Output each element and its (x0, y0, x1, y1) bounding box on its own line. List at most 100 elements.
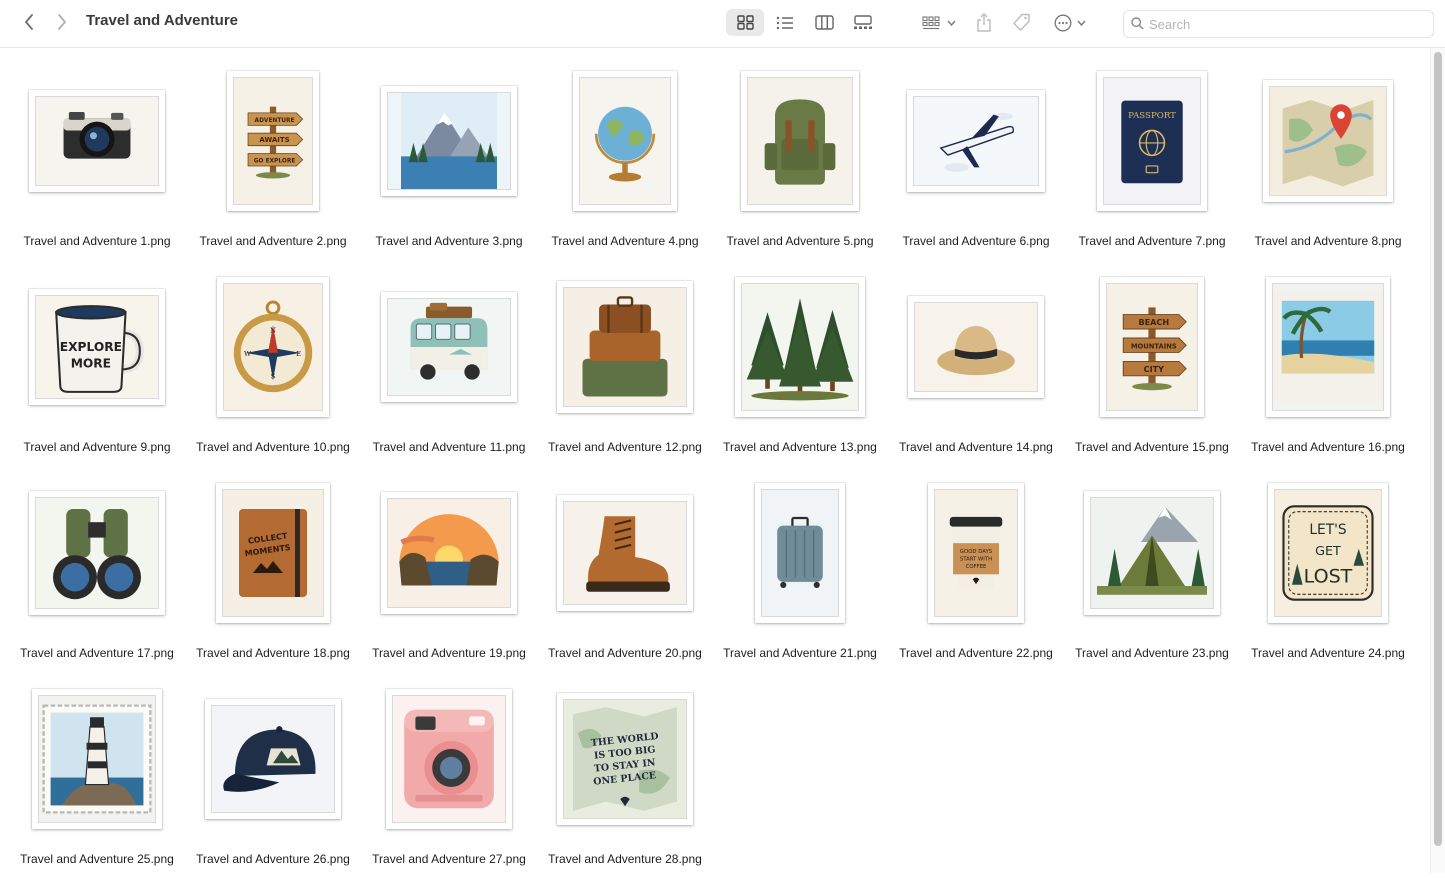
more-actions-button[interactable] (1050, 9, 1090, 36)
file-thumbnail[interactable]: N E S W (217, 277, 329, 417)
file-thumbnail[interactable] (907, 90, 1045, 192)
file-item[interactable]: Travel and Adventure 19.png (361, 467, 537, 673)
file-name[interactable]: Travel and Adventure 22.png (878, 646, 1074, 660)
file-item[interactable]: Travel and Adventure 21.png (712, 467, 888, 673)
file-item[interactable]: Travel and Adventure 8.png (1240, 55, 1416, 261)
file-name[interactable]: Travel and Adventure 23.png (1054, 646, 1250, 660)
file-thumbnail[interactable] (741, 71, 859, 211)
file-item[interactable]: GOOD DAYS START WITH COFFEE Travel and Adv… (888, 467, 1064, 673)
file-name[interactable]: Travel and Adventure 20.png (527, 646, 723, 660)
file-thumbnail[interactable] (735, 277, 865, 417)
file-thumbnail[interactable] (205, 699, 341, 819)
file-thumbnail[interactable]: ADVENTURE AWAITS GO EXPLORE (227, 71, 319, 211)
file-item[interactable]: Travel and Adventure 26.png (185, 673, 361, 879)
file-item[interactable]: PASSPORT Travel and Adventure 7.png (1064, 55, 1240, 261)
file-name[interactable]: Travel and Adventure 24.png (1230, 646, 1426, 660)
file-name[interactable]: Travel and Adventure 12.png (527, 440, 723, 454)
group-by-button[interactable] (918, 9, 960, 36)
forward-button[interactable] (51, 11, 73, 33)
file-item[interactable]: Travel and Adventure 11.png (361, 261, 537, 467)
file-item[interactable]: Travel and Adventure 14.png (888, 261, 1064, 467)
signpost-icon: BEACH MOUNTAINS CITY (1106, 283, 1198, 411)
file-thumbnail[interactable] (32, 689, 162, 829)
file-thumbnail[interactable] (29, 90, 165, 192)
file-item[interactable]: ADVENTURE AWAITS GO EXPLORE Travel and A… (185, 55, 361, 261)
search-input[interactable] (1149, 15, 1419, 33)
file-thumbnail[interactable] (386, 689, 512, 829)
file-item[interactable]: Travel and Adventure 5.png (712, 55, 888, 261)
file-thumbnail[interactable]: PASSPORT (1097, 71, 1207, 211)
file-thumbnail[interactable] (557, 495, 693, 611)
list-view-button[interactable] (770, 9, 800, 36)
file-thumbnail[interactable]: COLLECT MOMENTS (216, 483, 330, 623)
scrollbar-thumb[interactable] (1434, 52, 1442, 846)
file-name[interactable]: Travel and Adventure 8.png (1230, 234, 1426, 248)
file-thumbnail[interactable] (573, 71, 677, 211)
file-name[interactable]: Travel and Adventure 17.png (0, 646, 195, 660)
gallery-view-button[interactable] (847, 9, 879, 36)
file-thumbnail[interactable]: EXPLORE MORE (29, 289, 165, 405)
file-item[interactable]: Travel and Adventure 4.png (537, 55, 713, 261)
file-name[interactable]: Travel and Adventure 16.png (1230, 440, 1426, 454)
file-name[interactable]: Travel and Adventure 6.png (878, 234, 1074, 248)
file-name[interactable]: Travel and Adventure 27.png (351, 852, 547, 866)
file-item[interactable]: COLLECT MOMENTS Travel and Adventure 18.… (185, 467, 361, 673)
file-item[interactable]: Travel and Adventure 3.png (361, 55, 537, 261)
file-thumbnail[interactable] (908, 296, 1044, 398)
file-item[interactable]: Travel and Adventure 1.png (9, 55, 185, 261)
file-item[interactable]: Travel and Adventure 17.png (9, 467, 185, 673)
file-name[interactable]: Travel and Adventure 14.png (878, 440, 1074, 454)
file-item[interactable]: Travel and Adventure 20.png (537, 467, 713, 673)
file-name[interactable]: Travel and Adventure 11.png (351, 440, 547, 454)
tags-button[interactable] (1008, 9, 1034, 36)
file-thumbnail[interactable] (29, 491, 165, 615)
file-item[interactable]: BEACH MOUNTAINS CITY Travel and Adventur… (1064, 261, 1240, 467)
file-name[interactable]: Travel and Adventure 5.png (702, 234, 898, 248)
file-item[interactable]: Travel and Adventure 13.png (712, 261, 888, 467)
file-name[interactable]: Travel and Adventure 25.png (0, 852, 195, 866)
file-name[interactable]: Travel and Adventure 28.png (527, 852, 723, 866)
file-item[interactable]: Travel and Adventure 12.png (537, 261, 713, 467)
file-item[interactable]: LET'S GET LOST Travel and Adventure 24.p… (1240, 467, 1416, 673)
icon-view-button[interactable] (726, 9, 764, 36)
file-name[interactable]: Travel and Adventure 13.png (702, 440, 898, 454)
file-thumbnail[interactable] (1266, 277, 1390, 417)
search-field[interactable] (1123, 10, 1434, 38)
file-thumbnail[interactable] (381, 86, 517, 196)
file-thumbnail[interactable] (1084, 491, 1220, 615)
svg-text:N: N (270, 326, 276, 334)
file-name[interactable]: Travel and Adventure 21.png (702, 646, 898, 660)
file-thumbnail[interactable] (755, 483, 845, 623)
file-item[interactable]: THE WORLD IS TOO BIG TO STAY IN ONE PLACE T… (537, 673, 713, 879)
file-thumbnail[interactable] (1263, 80, 1393, 202)
file-name[interactable]: Travel and Adventure 19.png (351, 646, 547, 660)
file-thumbnail[interactable] (381, 292, 517, 402)
file-name[interactable]: Travel and Adventure 15.png (1054, 440, 1250, 454)
lets-get-lost-icon: LET'S GET LOST (1274, 489, 1382, 617)
file-thumbnail[interactable]: LET'S GET LOST (1268, 483, 1388, 623)
file-thumbnail[interactable] (557, 281, 693, 413)
file-name[interactable]: Travel and Adventure 7.png (1054, 234, 1250, 248)
file-name[interactable]: Travel and Adventure 18.png (175, 646, 371, 660)
file-thumbnail[interactable]: BEACH MOUNTAINS CITY (1100, 277, 1204, 417)
file-item[interactable]: Travel and Adventure 6.png (888, 55, 1064, 261)
file-item[interactable]: Travel and Adventure 16.png (1240, 261, 1416, 467)
share-button[interactable] (972, 9, 996, 36)
file-name[interactable]: Travel and Adventure 10.png (175, 440, 371, 454)
file-name[interactable]: Travel and Adventure 2.png (175, 234, 371, 248)
file-item[interactable]: Travel and Adventure 25.png (9, 673, 185, 879)
file-item[interactable]: EXPLORE MORE Travel and Adventure 9.png (9, 261, 185, 467)
file-thumbnail[interactable]: THE WORLD IS TOO BIG TO STAY IN ONE PLACE (557, 693, 693, 825)
column-view-button[interactable] (809, 9, 839, 36)
file-thumbnail[interactable] (381, 492, 517, 614)
file-name[interactable]: Travel and Adventure 3.png (351, 234, 547, 248)
file-name[interactable]: Travel and Adventure 26.png (175, 852, 371, 866)
back-button[interactable] (18, 11, 40, 33)
file-item[interactable]: Travel and Adventure 23.png (1064, 467, 1240, 673)
file-name[interactable]: Travel and Adventure 9.png (0, 440, 195, 454)
file-name[interactable]: Travel and Adventure 4.png (527, 234, 723, 248)
file-thumbnail[interactable]: GOOD DAYS START WITH COFFEE (928, 483, 1024, 623)
file-item[interactable]: N E S W Travel and Adventure 10.png (185, 261, 361, 467)
file-name[interactable]: Travel and Adventure 1.png (0, 234, 195, 248)
file-item[interactable]: Travel and Adventure 27.png (361, 673, 537, 879)
